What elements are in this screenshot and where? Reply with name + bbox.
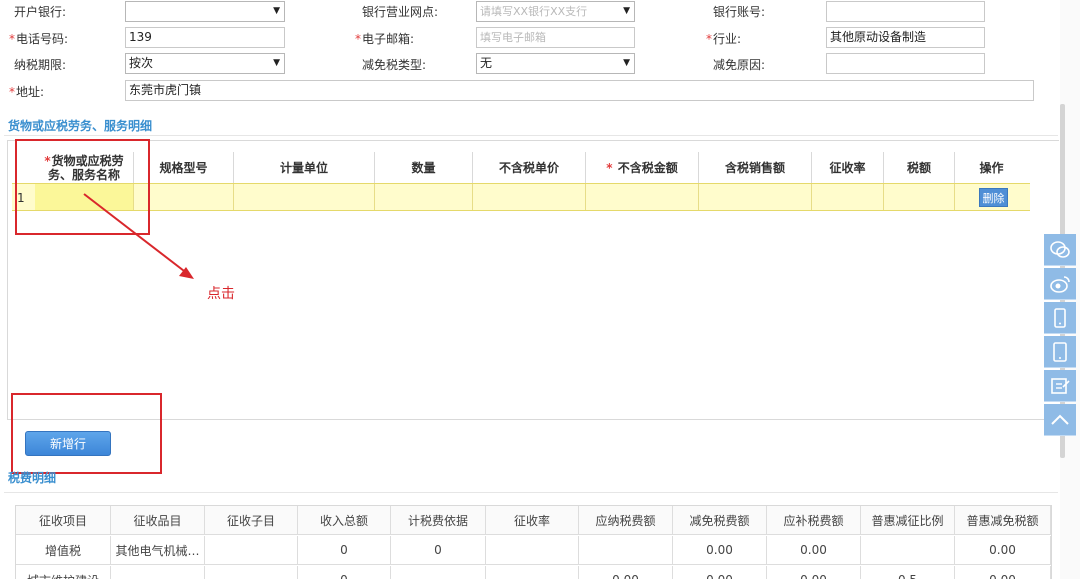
section-divider	[4, 492, 1058, 493]
amount-cell[interactable]	[586, 184, 699, 210]
fee-col-header: 应纳税费额	[579, 506, 673, 535]
col-header-unit: 计量单位	[234, 152, 375, 184]
col-header-actions: 操作	[979, 161, 1004, 175]
wechat-button[interactable]	[1044, 234, 1076, 266]
fee-col-header: 征收子目	[205, 506, 298, 535]
col-header-rate: 征收率	[812, 152, 884, 184]
fee-col-header: 普惠减征比例	[861, 506, 955, 535]
annotation-arrow-icon	[83, 193, 194, 279]
section-divider	[4, 135, 1058, 136]
edit-button[interactable]	[1044, 370, 1076, 402]
chevron-down-icon: ▼	[623, 6, 630, 16]
address-input[interactable]: 东莞市虎门镇	[125, 80, 1034, 101]
chevron-down-icon: ▼	[273, 6, 280, 16]
reduction-reason-input[interactable]	[826, 53, 985, 74]
add-row-button[interactable]: 新增行	[25, 431, 111, 456]
fee-cell	[391, 566, 486, 579]
industry-input[interactable]: 其他原动设备制造	[826, 27, 985, 48]
period-select[interactable]: 按次 ▼	[125, 53, 285, 74]
col-header-tax-sales: 含税销售额	[699, 152, 812, 184]
email-label: *电子邮箱:	[355, 32, 415, 46]
fee-cell	[486, 536, 579, 565]
fee-cell: 0	[298, 566, 391, 579]
back-to-top-button[interactable]	[1044, 404, 1076, 436]
tablet-icon	[1053, 341, 1067, 362]
phone-input[interactable]: 139	[125, 27, 285, 48]
fee-cell: 其他电气机械…	[111, 536, 205, 565]
reduction-type-value: 无	[480, 56, 493, 70]
branch-placeholder: 请填写XX银行XX支行	[480, 5, 588, 18]
tax-cell[interactable]	[884, 184, 955, 210]
tax-sales-cell[interactable]	[699, 184, 812, 210]
fee-col-header: 应补税费额	[767, 506, 861, 535]
tablet-button[interactable]	[1044, 336, 1076, 368]
fee-col-header: 征收项目	[16, 506, 111, 535]
delete-row-button[interactable]: 删除	[979, 188, 1008, 207]
col-header-tax: 税额	[884, 152, 955, 184]
col-header-amount: * 不含税金额	[586, 152, 699, 184]
branch-select[interactable]: 请填写XX银行XX支行 ▼	[476, 1, 635, 22]
fee-col-header: 征收品目	[111, 506, 205, 535]
fee-cell	[579, 536, 673, 565]
email-input[interactable]: 填写电子邮箱	[476, 27, 635, 48]
col-header-unit-price: 不含税单价	[473, 152, 586, 184]
reduction-type-label: 减免税类型:	[362, 58, 427, 72]
quantity-cell[interactable]	[375, 184, 473, 210]
fee-cell	[205, 536, 298, 565]
fee-cell: 0.5	[861, 566, 955, 579]
fee-cell	[111, 566, 205, 579]
mobile-icon	[1054, 307, 1066, 328]
unit-cell[interactable]	[234, 184, 375, 210]
fee-cell: 0.00	[767, 536, 861, 565]
annotation-click-text: 点击	[207, 286, 235, 302]
fee-col-header: 征收率	[486, 506, 579, 535]
edit-icon	[1051, 377, 1070, 394]
fee-cell: 0.00	[579, 566, 673, 579]
fee-cell: 0	[298, 536, 391, 565]
mobile-button[interactable]	[1044, 302, 1076, 334]
fee-cell	[486, 566, 579, 579]
back-to-top-icon	[1051, 414, 1069, 425]
fee-col-header: 减免税费额	[673, 506, 767, 535]
account-input[interactable]	[826, 1, 985, 22]
fee-cell	[205, 566, 298, 579]
wechat-icon	[1050, 240, 1070, 258]
chevron-down-icon: ▼	[623, 58, 630, 68]
reduction-reason-label: 减免原因:	[713, 58, 766, 72]
fee-cell: 0.00	[955, 566, 1051, 579]
reduction-type-select[interactable]: 无 ▼	[476, 53, 635, 74]
branch-label: 银行营业网点:	[362, 5, 439, 19]
weibo-icon	[1050, 275, 1070, 293]
bank-select[interactable]: ▼	[125, 1, 285, 22]
fee-cell: 0.00	[673, 536, 767, 565]
phone-label: *电话号码:	[9, 32, 69, 46]
industry-label: *行业:	[706, 32, 742, 46]
fee-cell: 0.00	[673, 566, 767, 579]
bank-label: 开户银行:	[14, 5, 67, 19]
fee-col-header: 收入总额	[298, 506, 391, 535]
fee-col-header: 计税费依据	[391, 506, 486, 535]
col-header-quantity: 数量	[375, 152, 473, 184]
fees-section-title: 税费明细	[8, 471, 57, 485]
period-value: 按次	[129, 56, 154, 70]
rate-cell[interactable]	[812, 184, 884, 210]
fee-col-header: 普惠减免税额	[955, 506, 1051, 535]
goods-section-title: 货物或应税劳务、服务明细	[8, 119, 153, 133]
fee-cell	[861, 536, 955, 565]
fee-cell: 增值税	[16, 536, 111, 565]
fee-cell: 城市维护建设	[16, 566, 111, 579]
fee-cell: 0.00	[767, 566, 861, 579]
unit-price-cell[interactable]	[473, 184, 586, 210]
fee-cell: 0	[391, 536, 486, 565]
address-label: *地址:	[9, 85, 45, 99]
weibo-button[interactable]	[1044, 268, 1076, 300]
period-label: 纳税期限:	[14, 58, 67, 72]
account-label: 银行账号:	[713, 5, 766, 19]
fee-cell: 0.00	[955, 536, 1051, 565]
chevron-down-icon: ▼	[273, 58, 280, 68]
